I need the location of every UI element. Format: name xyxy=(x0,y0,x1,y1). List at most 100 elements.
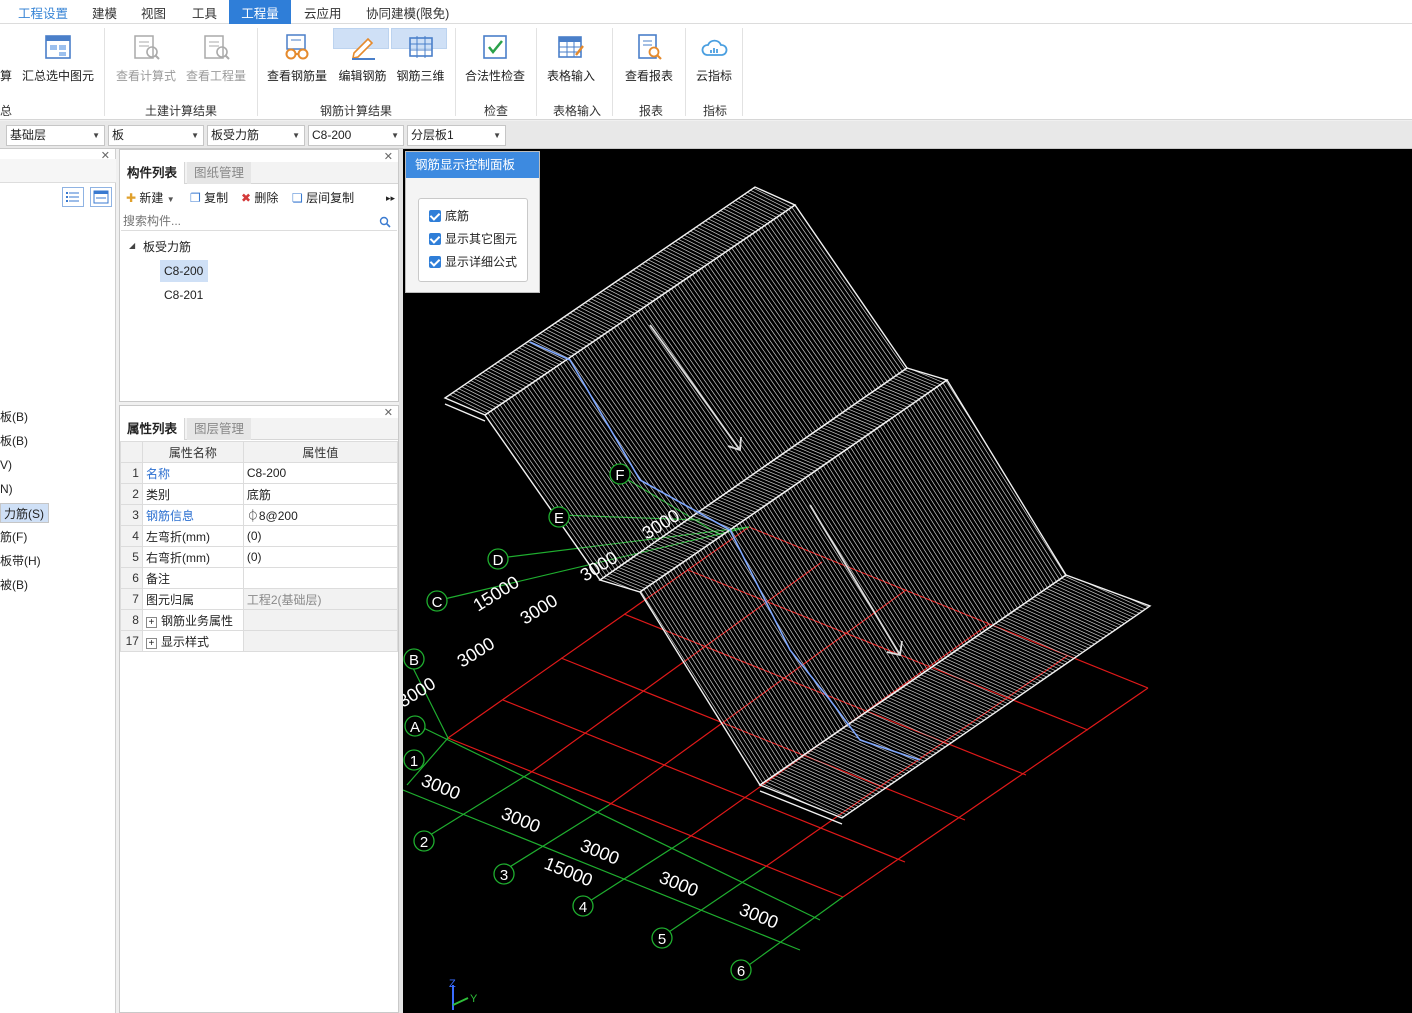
category-select[interactable]: 板 ▼ xyxy=(108,125,204,146)
table-row[interactable]: 5 右弯折(mm) (0) xyxy=(120,546,399,568)
floor-select[interactable]: 基础层 ▼ xyxy=(6,125,105,146)
rebar-line xyxy=(862,385,924,411)
more-icon[interactable]: ▸▸ xyxy=(386,187,395,209)
menu-view[interactable]: 视图 xyxy=(131,0,176,24)
component-select[interactable]: C8-200 ▼ xyxy=(308,125,404,146)
tab-property-list[interactable]: 属性列表 xyxy=(120,418,186,440)
rebar-line xyxy=(706,491,768,518)
rebar-line xyxy=(788,751,890,797)
property-group[interactable]: + 显示样式 xyxy=(141,630,244,652)
menu-cloud[interactable]: 云应用 xyxy=(294,0,352,24)
property-value[interactable]: ⏀8@200 xyxy=(242,504,399,526)
menu-tools[interactable]: 工具 xyxy=(182,0,227,24)
view-report-button[interactable]: 查看报表 xyxy=(620,29,678,91)
nav-item[interactable]: 被(B) xyxy=(0,575,32,595)
axis-gizmo-icon: Z Y xyxy=(449,978,478,1010)
property-value[interactable]: (0) xyxy=(242,546,399,568)
table-row[interactable]: 8 + 钢筋业务属性 xyxy=(120,609,399,631)
rebar-line xyxy=(745,465,807,491)
tree-root[interactable]: 板受力筋 xyxy=(143,238,191,255)
3d-viewport[interactable]: 15000 3000 3000 3000 3000 3000 3000 3000… xyxy=(403,149,1412,1013)
tab-drawing-management[interactable]: 图纸管理 xyxy=(187,162,252,184)
nav-item[interactable]: N) xyxy=(0,479,17,499)
rebar-line xyxy=(848,710,950,756)
menu-modeling[interactable]: 建模 xyxy=(82,0,127,24)
expand-icon[interactable]: + xyxy=(145,637,157,649)
table-row[interactable]: 7 图元归属 工程2(基础层) xyxy=(120,588,399,610)
menu-project-settings[interactable]: 工程设置 xyxy=(8,0,78,24)
tree-item[interactable]: C8-201 xyxy=(164,284,203,306)
view-rebar-qty-button[interactable]: 查看钢筋量 xyxy=(265,29,329,91)
search-input[interactable] xyxy=(121,211,397,231)
layer-select[interactable]: 分层板1 ▼ xyxy=(407,125,506,146)
checkbox-checked-icon[interactable] xyxy=(429,256,441,268)
dim-label: 15000 xyxy=(470,572,523,615)
menu-collab[interactable]: 协同建模(限免) xyxy=(356,0,459,24)
cloud-index-button[interactable]: 云指标 xyxy=(692,29,736,91)
table-row[interactable]: 6 备注 xyxy=(120,567,399,589)
legality-check-button[interactable]: 合法性检查 xyxy=(463,29,527,91)
rebar-line xyxy=(902,673,1004,719)
tab-component-list[interactable]: 构件列表 xyxy=(120,162,186,184)
property-value xyxy=(242,630,399,652)
table-row[interactable]: 4 左弯折(mm) (0) xyxy=(120,525,399,547)
property-value[interactable]: C8-200 xyxy=(242,462,399,484)
show-other-elements-checkbox[interactable]: 显示其它图元 xyxy=(429,230,517,248)
rebar-3d-canvas[interactable]: 15000 3000 3000 3000 3000 3000 3000 3000… xyxy=(403,149,1412,1013)
table-row[interactable]: 17 + 显示样式 xyxy=(120,630,399,652)
rebar-line xyxy=(790,434,852,460)
rebar-line xyxy=(941,646,1043,693)
rebar-line xyxy=(815,732,917,779)
detail-view-icon[interactable] xyxy=(90,187,112,207)
search-icon[interactable] xyxy=(379,216,391,228)
delete-button[interactable]: ✖ 删除 xyxy=(241,187,278,209)
rebar-line xyxy=(938,648,1040,695)
tree-collapse-icon[interactable]: ◢ xyxy=(129,241,135,250)
rebar-line xyxy=(895,368,947,389)
type-select[interactable]: 板受力筋 ▼ xyxy=(207,125,305,146)
list-view-icon[interactable] xyxy=(62,187,84,207)
rebar-line xyxy=(1034,582,1136,629)
nav-item[interactable]: V) xyxy=(0,455,16,475)
rebar-line xyxy=(747,495,889,717)
svg-text:A: A xyxy=(410,719,420,736)
quantity-icon xyxy=(204,35,230,60)
property-group[interactable]: + 钢筋业务属性 xyxy=(141,609,244,631)
view-quantity-button[interactable]: 查看工程量 xyxy=(183,29,249,91)
bottom-rebar-checkbox[interactable]: 底筋 xyxy=(429,207,469,225)
nav-item[interactable]: 板(B) xyxy=(0,431,32,451)
menu-quantity[interactable]: 工程量 xyxy=(229,0,291,24)
rebar-line xyxy=(700,495,762,522)
table-row[interactable]: 3 钢筋信息 ⏀8@200 xyxy=(120,504,399,526)
rebar-line xyxy=(1052,575,1150,617)
rebar-line xyxy=(910,368,947,378)
calc-button[interactable]: 算 xyxy=(0,29,12,91)
nav-item[interactable]: 筋(F) xyxy=(0,527,31,547)
property-value[interactable] xyxy=(242,567,399,589)
rebar-line xyxy=(772,446,834,473)
table-row[interactable]: 2 类别 底筋 xyxy=(120,483,399,505)
tree-item-selected[interactable]: C8-200 xyxy=(160,260,208,282)
view-formula-button[interactable]: 查看计算式 xyxy=(113,29,179,91)
svg-text:B: B xyxy=(409,652,419,669)
show-formula-checkbox[interactable]: 显示详细公式 xyxy=(429,253,517,271)
copy-button[interactable]: ❐ 复制 xyxy=(190,187,228,209)
checkbox-checked-icon[interactable] xyxy=(429,210,441,222)
rebar-line xyxy=(805,424,867,450)
property-value[interactable]: (0) xyxy=(242,525,399,547)
new-button[interactable]: ✚ 新建 ▼ xyxy=(126,187,175,209)
summary-selected-button[interactable]: 汇总选中图元 xyxy=(20,29,96,91)
tab-layer-management[interactable]: 图层管理 xyxy=(187,418,252,440)
checkbox-checked-icon[interactable] xyxy=(429,233,441,245)
floor-copy-button[interactable]: ❏ 层间复制 xyxy=(292,187,354,209)
rebar-line xyxy=(666,551,808,772)
nav-item[interactable]: 板带(H) xyxy=(0,551,45,571)
nav-item[interactable]: 板(B) xyxy=(0,407,32,427)
table-row[interactable]: 1 名称 C8-200 xyxy=(120,462,399,484)
rebar-3d-button[interactable]: 钢筋三维 xyxy=(391,28,447,83)
nav-item-selected[interactable]: 力筋(S) xyxy=(0,503,49,523)
property-value[interactable]: 底筋 xyxy=(242,483,399,505)
table-input-button[interactable]: 表格输入 xyxy=(543,29,599,91)
edit-rebar-button[interactable]: 编辑钢筋 xyxy=(333,28,389,83)
expand-icon[interactable]: + xyxy=(145,616,157,628)
